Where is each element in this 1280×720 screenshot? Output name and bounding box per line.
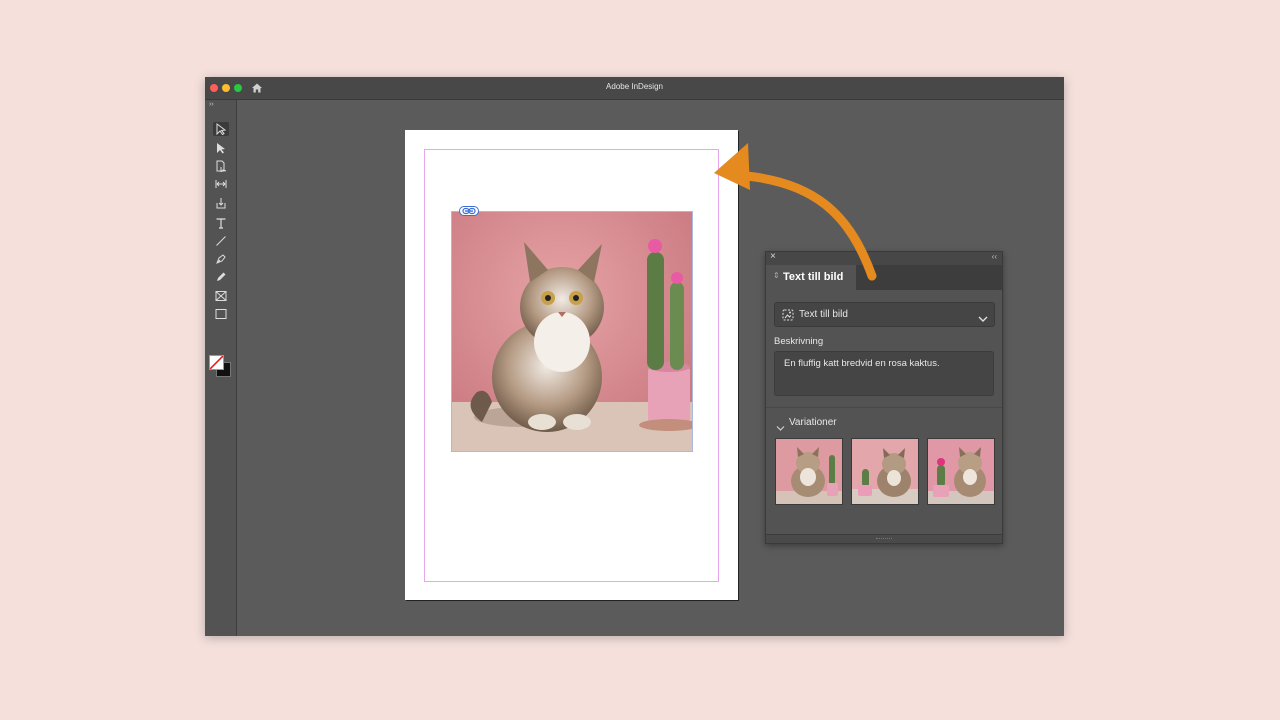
selection-tool-icon[interactable] — [213, 122, 229, 136]
app-title: Adobe InDesign — [606, 82, 663, 91]
variation-thumbnail[interactable] — [851, 438, 919, 505]
variations-label: Variationer — [789, 417, 837, 428]
rectangle-frame-tool-icon[interactable] — [213, 289, 229, 303]
rectangle-tool-icon[interactable] — [213, 307, 229, 321]
divider — [766, 407, 1002, 408]
page-tool-icon[interactable] — [213, 159, 229, 173]
fill-swatch[interactable] — [209, 355, 224, 370]
panel-resize-footer[interactable] — [766, 534, 1002, 543]
tab-text-to-image[interactable]: ⇕ Text till bild — [766, 265, 856, 290]
text-to-image-panel: × ‹‹ ⇕ Text till bild Text till bild Bes… — [765, 251, 1003, 544]
tools-panel: ›› — [205, 100, 237, 636]
panel-tab-bar: ⇕ Text till bild — [766, 265, 1002, 290]
chevron-down-icon — [978, 310, 988, 328]
title-bar: Adobe InDesign — [205, 77, 1064, 100]
pen-tool-icon[interactable] — [213, 252, 229, 266]
link-icon[interactable] — [459, 206, 479, 216]
dropdown-selected: Text till bild — [799, 309, 848, 320]
direct-selection-tool-icon[interactable] — [213, 141, 229, 155]
text-to-image-icon — [782, 308, 794, 326]
tab-grip-icon: ⇕ — [773, 271, 780, 280]
line-tool-icon[interactable] — [213, 234, 229, 248]
panel-header: × ‹‹ — [766, 251, 1002, 265]
variation-thumbnail[interactable] — [927, 438, 995, 505]
generated-image-frame[interactable] — [451, 211, 693, 452]
pencil-tool-icon[interactable] — [213, 270, 229, 284]
type-tool-icon[interactable] — [213, 216, 229, 230]
gap-tool-icon[interactable] — [213, 177, 229, 191]
variation-thumbnail[interactable] — [775, 438, 843, 505]
resize-grip-icon[interactable] — [876, 538, 892, 541]
description-field[interactable] — [774, 351, 994, 396]
tab-label: Text till bild — [783, 271, 844, 283]
collapse-panel-icon[interactable]: ‹‹ — [992, 252, 997, 261]
mode-dropdown[interactable]: Text till bild — [774, 302, 995, 327]
collapse-toolbar-icon[interactable]: ›› — [209, 101, 214, 108]
document-page — [405, 130, 738, 600]
chevron-down-icon — [776, 419, 785, 437]
close-panel-icon[interactable]: × — [770, 251, 776, 262]
description-label: Beskrivning — [774, 336, 824, 347]
cat-image — [452, 212, 692, 451]
content-collector-tool-icon[interactable] — [213, 196, 229, 210]
